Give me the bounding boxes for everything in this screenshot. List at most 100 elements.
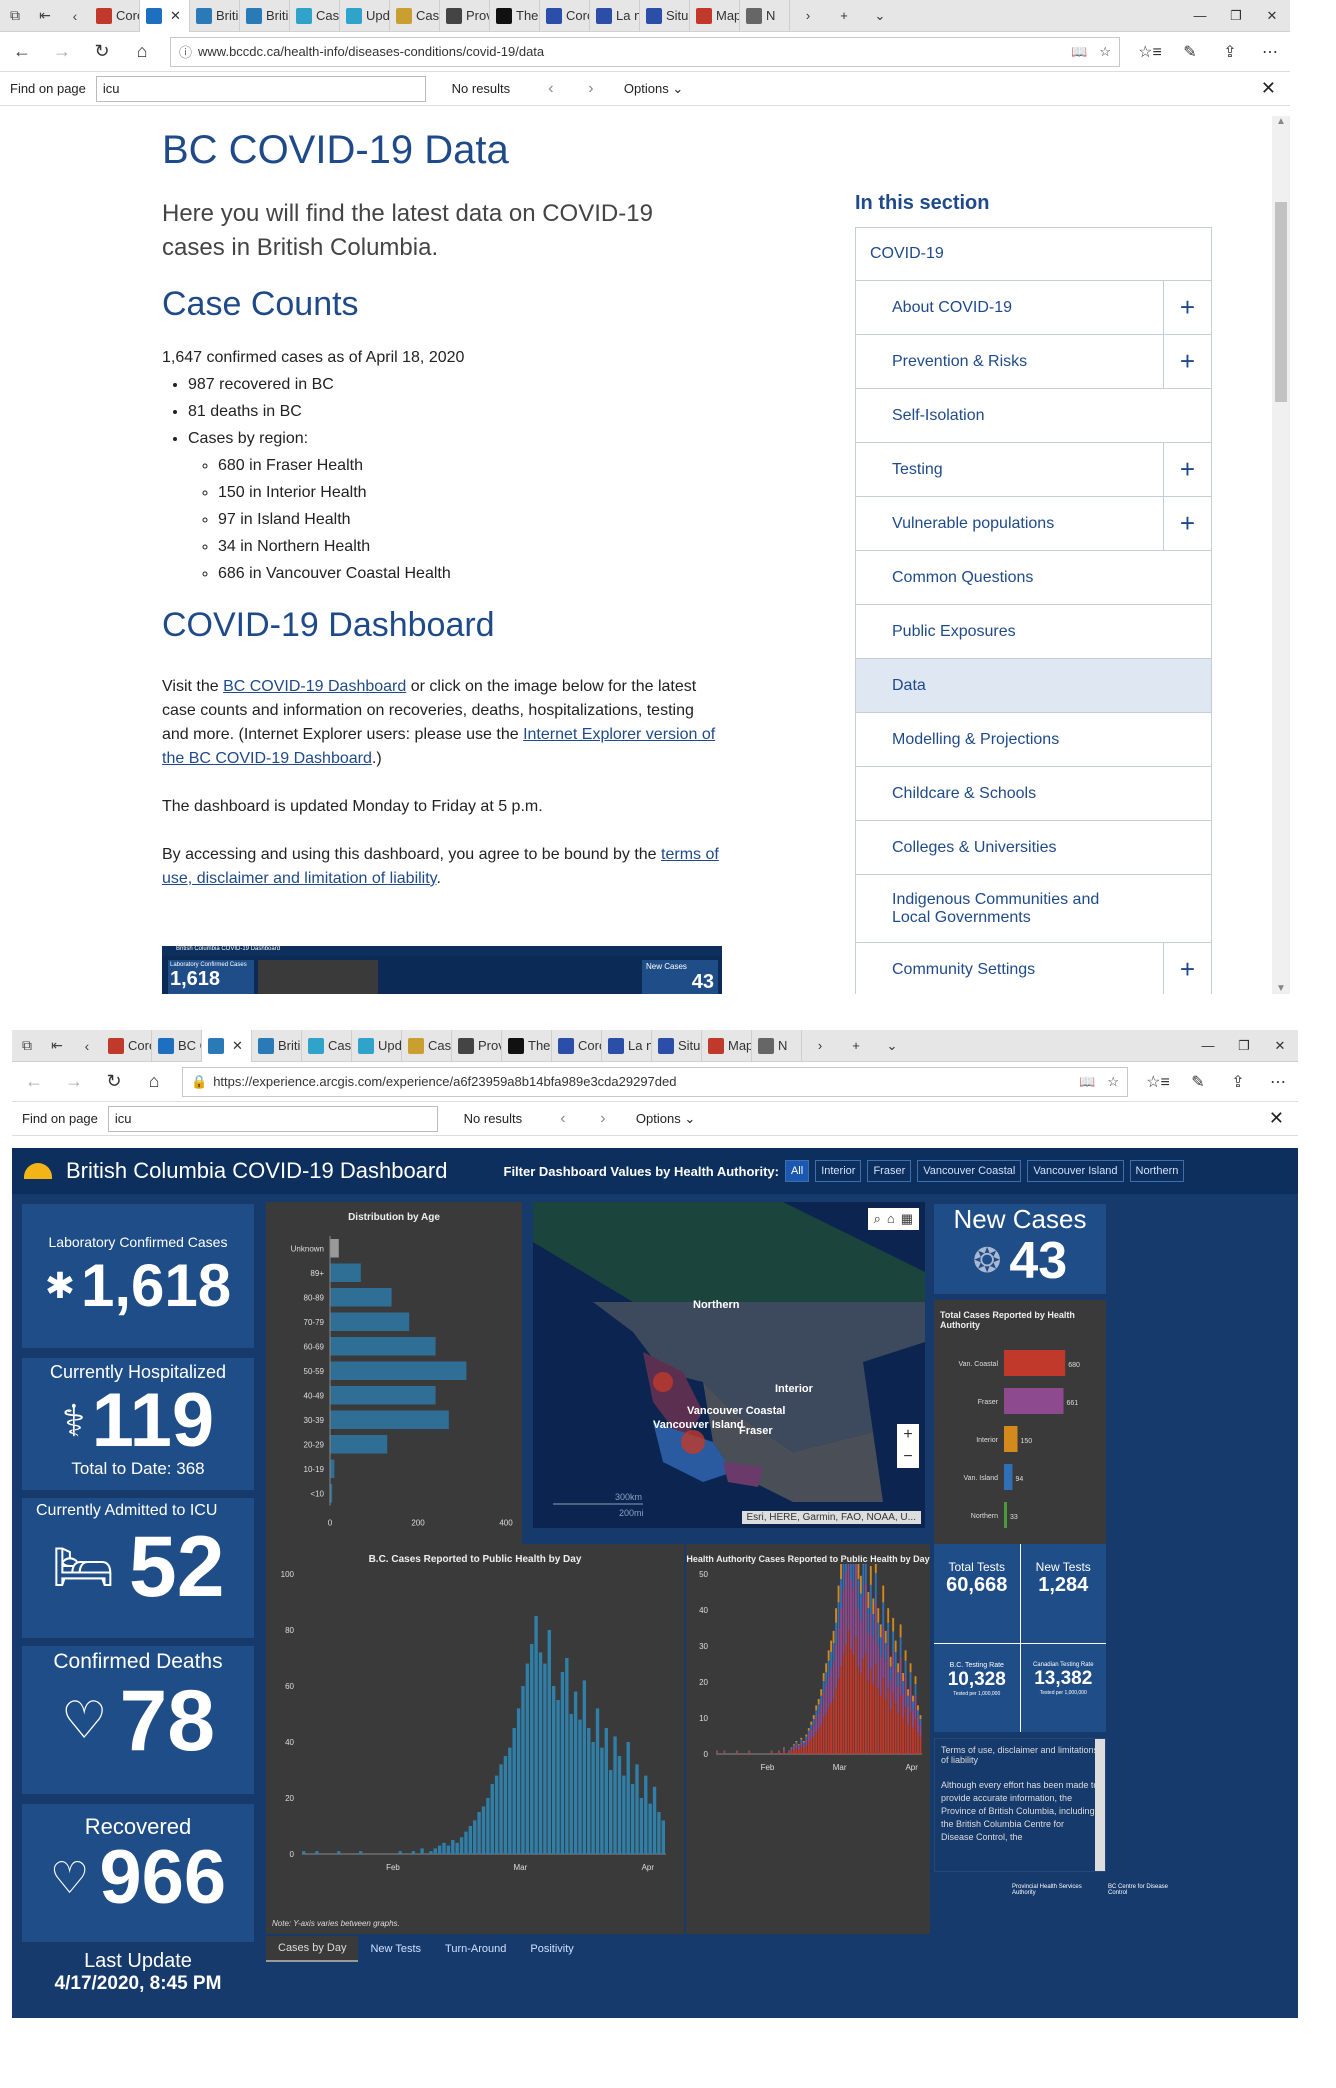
find-close-icon[interactable]: ✕ [1261, 78, 1276, 99]
map-qr-icon[interactable]: ▦ [901, 1211, 913, 1227]
browser-tab[interactable]: Coro [102, 1030, 152, 1062]
browser-tab[interactable]: Case [302, 1030, 352, 1062]
set-aside-tabs-icon[interactable]: ⇤ [30, 7, 60, 24]
share-icon[interactable]: ⇪ [1218, 1072, 1258, 1092]
expand-plus-icon[interactable]: + [1163, 443, 1211, 496]
browser-tab[interactable]: Situ [652, 1030, 702, 1062]
browser-tab[interactable]: The [490, 0, 540, 32]
browser-tab[interactable]: The [502, 1030, 552, 1062]
browser-tab[interactable]: La n [590, 0, 640, 32]
expand-plus-icon[interactable]: + [1163, 335, 1211, 388]
expand-plus-icon[interactable]: + [1163, 943, 1211, 994]
browser-tab[interactable]: Briti [240, 0, 290, 32]
section-nav-item[interactable]: Testing + [855, 443, 1212, 497]
browser-tab[interactable]: Prov [440, 0, 490, 32]
section-nav-item[interactable]: Community Settings + [855, 943, 1212, 994]
browser-tab[interactable]: Situ [640, 0, 690, 32]
filter-button[interactable]: All [784, 1160, 810, 1182]
terms-panel[interactable]: Terms of use, disclaimer and limitations… [934, 1738, 1106, 1872]
set-aside-tabs-icon[interactable]: ⇤ [42, 1037, 72, 1054]
browser-tab[interactable]: Map [702, 1030, 752, 1062]
close-window-icon[interactable]: ✕ [1254, 8, 1290, 24]
find-input[interactable]: icu [107, 1105, 438, 1132]
more-icon[interactable]: ⋯ [1258, 1072, 1298, 1092]
browser-tab[interactable]: ✕ [202, 1030, 252, 1062]
find-next-icon[interactable]: › [588, 1110, 618, 1128]
filter-button[interactable]: Vancouver Island [1027, 1160, 1124, 1182]
minimize-icon[interactable]: — [1182, 8, 1218, 23]
terms-scrollbar[interactable] [1095, 1739, 1105, 1871]
chart-tab[interactable]: Positivity [518, 1936, 585, 1962]
tab-preview-chevron-icon[interactable]: ⌄ [874, 1038, 910, 1054]
scroll-tabs-right-icon[interactable]: › [802, 1038, 838, 1053]
find-prev-icon[interactable]: ‹ [548, 1110, 578, 1128]
browser-tab[interactable]: Map [690, 0, 740, 32]
reading-view-icon[interactable]: 📖 [1071, 44, 1087, 60]
browser-tab[interactable]: Briti [190, 0, 240, 32]
section-nav-item[interactable]: Indigenous Communities and Local Governm… [855, 875, 1212, 943]
section-nav-item[interactable]: Vulnerable populations + [855, 497, 1212, 551]
section-nav-item[interactable]: COVID-19 [855, 227, 1212, 281]
back-icon[interactable]: ← [4, 41, 40, 62]
tab-preview-chevron-icon[interactable]: ⌄ [862, 8, 898, 24]
browser-tab[interactable]: Upd [340, 0, 390, 32]
zoom-in-icon[interactable]: + [897, 1424, 919, 1446]
notes-icon[interactable]: ✎ [1170, 42, 1210, 62]
share-icon[interactable]: ⇪ [1210, 42, 1250, 62]
page-scrollbar[interactable]: ▲ ▼ [1272, 116, 1290, 994]
forward-icon[interactable]: → [56, 1071, 92, 1092]
zoom-out-icon[interactable]: − [897, 1446, 919, 1468]
browser-tab[interactable]: La n [602, 1030, 652, 1062]
browser-tab[interactable]: Coro [90, 0, 140, 32]
find-prev-icon[interactable]: ‹ [536, 80, 566, 98]
section-nav-item[interactable]: About COVID-19 + [855, 281, 1212, 335]
dashboard-thumbnail[interactable]: British Columbia COVID-19 Dashboard Labo… [162, 946, 722, 994]
url-field[interactable]: 🔒 https://experience.arcgis.com/experien… [182, 1066, 1128, 1097]
section-nav-item[interactable]: Prevention & Risks + [855, 335, 1212, 389]
filter-button[interactable]: Vancouver Coastal [917, 1160, 1022, 1182]
find-close-icon[interactable]: ✕ [1269, 1108, 1284, 1129]
more-icon[interactable]: ⋯ [1250, 42, 1290, 62]
close-tab-icon[interactable]: ✕ [170, 8, 181, 24]
expand-plus-icon[interactable]: + [1163, 281, 1211, 334]
info-icon[interactable]: ⓘ [179, 42, 192, 61]
browser-tab[interactable]: Prov [452, 1030, 502, 1062]
filter-button[interactable]: Northern [1129, 1160, 1185, 1182]
notes-icon[interactable]: ✎ [1178, 1072, 1218, 1092]
browser-tab[interactable]: BC C [152, 1030, 202, 1062]
favorite-star-icon[interactable]: ☆ [1099, 44, 1111, 60]
favorites-icon[interactable]: ☆≡ [1130, 42, 1170, 62]
close-tab-icon[interactable]: ✕ [232, 1038, 243, 1054]
scroll-tabs-left-icon[interactable]: ‹ [60, 8, 90, 24]
scroll-tabs-left-icon[interactable]: ‹ [72, 1038, 102, 1054]
browser-tab[interactable]: Briti [252, 1030, 302, 1062]
scroll-tabs-right-icon[interactable]: › [790, 8, 826, 23]
new-tab-icon[interactable]: + [838, 1038, 874, 1053]
section-nav-item[interactable]: Public Exposures [855, 605, 1212, 659]
map-attribution[interactable]: Esri, HERE, Garmin, FAO, NOAA, U... [741, 1511, 921, 1524]
health-authority-map[interactable]: Northern Interior Vancouver Coastal Vanc… [533, 1202, 925, 1528]
find-options[interactable]: Options ⌄ [636, 1111, 695, 1127]
refresh-icon[interactable]: ↻ [96, 1071, 132, 1092]
browser-tab[interactable]: Upd [352, 1030, 402, 1062]
find-next-icon[interactable]: › [576, 80, 606, 98]
browser-tab[interactable]: Case [290, 0, 340, 32]
find-input[interactable]: icu [95, 75, 426, 102]
expand-plus-icon[interactable]: + [1163, 497, 1211, 550]
refresh-icon[interactable]: ↻ [84, 41, 120, 62]
url-field[interactable]: ⓘ www.bccdc.ca/health-info/diseases-cond… [170, 36, 1120, 67]
favorite-star-icon[interactable]: ☆ [1107, 1074, 1119, 1090]
favorites-icon[interactable]: ☆≡ [1138, 1072, 1178, 1092]
chart-tab[interactable]: Cases by Day [266, 1936, 359, 1962]
browser-tab[interactable]: Coro [540, 0, 590, 32]
forward-icon[interactable]: → [44, 41, 80, 62]
close-window-icon[interactable]: ✕ [1262, 1038, 1298, 1054]
restore-icon[interactable]: ❐ [1218, 8, 1254, 24]
reading-view-icon[interactable]: 📖 [1079, 1074, 1095, 1090]
lock-icon[interactable]: 🔒 [191, 1074, 207, 1090]
section-nav-item[interactable]: Colleges & Universities [855, 821, 1212, 875]
scroll-thumb[interactable] [1275, 202, 1287, 402]
section-nav-item[interactable]: Common Questions [855, 551, 1212, 605]
restore-icon[interactable]: ❐ [1226, 1038, 1262, 1054]
chart-tab[interactable]: New Tests [358, 1936, 433, 1962]
